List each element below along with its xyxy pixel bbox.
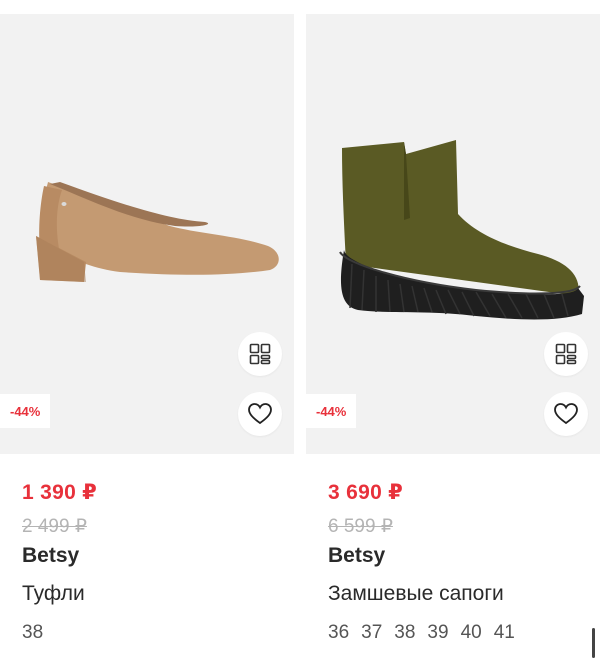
product-image bbox=[339, 140, 584, 320]
brand-name[interactable]: Betsy bbox=[22, 544, 79, 568]
size-option[interactable]: 40 bbox=[461, 622, 482, 644]
similar-products-button[interactable] bbox=[544, 332, 588, 376]
product-image-area[interactable]: -44% bbox=[306, 14, 600, 454]
discount-badge: -44% bbox=[0, 394, 51, 428]
price: 3 690 ₽ bbox=[328, 481, 404, 504]
product-card[interactable]: -44% 3 690 ₽ 6 599 ₽ Betsy Замшевые сапо… bbox=[306, 0, 600, 658]
brand-name[interactable]: Betsy bbox=[328, 544, 385, 568]
size-option[interactable]: 38 bbox=[22, 622, 43, 644]
size-list: 38 bbox=[22, 622, 43, 644]
product-title[interactable]: Замшевые сапоги bbox=[328, 582, 504, 606]
favorite-button[interactable] bbox=[238, 392, 282, 436]
product-title[interactable]: Туфли bbox=[22, 582, 85, 606]
price: 1 390 ₽ bbox=[22, 481, 98, 504]
grid-similar-icon bbox=[249, 343, 271, 365]
discount-badge: -44% bbox=[306, 394, 357, 428]
size-option[interactable]: 37 bbox=[361, 622, 382, 644]
heart-icon bbox=[248, 403, 272, 425]
size-option[interactable]: 36 bbox=[328, 622, 349, 644]
favorite-button[interactable] bbox=[544, 392, 588, 436]
size-option[interactable]: 38 bbox=[394, 622, 415, 644]
size-list: 36 37 38 39 40 41 bbox=[328, 622, 515, 644]
size-option[interactable]: 41 bbox=[494, 622, 515, 644]
product-image bbox=[36, 182, 279, 282]
scrollbar[interactable] bbox=[592, 628, 595, 658]
grid-similar-icon bbox=[555, 343, 577, 365]
old-price: 6 599 ₽ bbox=[328, 516, 393, 537]
old-price: 2 499 ₽ bbox=[22, 516, 87, 537]
similar-products-button[interactable] bbox=[238, 332, 282, 376]
size-option[interactable]: 39 bbox=[427, 622, 448, 644]
product-card[interactable]: -44% 1 390 ₽ 2 499 ₽ Betsy Туфли 38 bbox=[0, 0, 294, 658]
heart-icon bbox=[554, 403, 578, 425]
product-image-area[interactable]: -44% bbox=[0, 14, 294, 454]
